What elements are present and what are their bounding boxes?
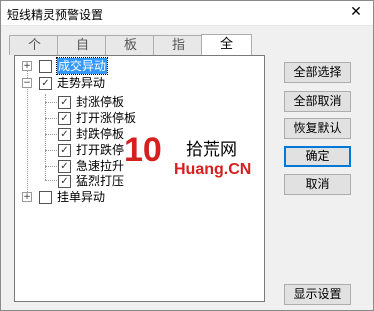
ok-button[interactable]: 确定 [284, 146, 351, 167]
tree-item-order-alert[interactable]: + 挂单异动 [15, 189, 255, 205]
tab-custom[interactable]: 自 [57, 35, 108, 55]
tree-item-label: 急速拉升 [76, 159, 125, 173]
tree-item-label: 成交异动 [55, 57, 109, 75]
plus-icon[interactable]: + [22, 192, 32, 202]
tree-item-label: 走势异动 [57, 76, 106, 90]
display-settings-button[interactable]: 显示设置 [284, 284, 351, 305]
tree-item-trend-alert[interactable]: − ✓ 走势异动 [15, 75, 255, 91]
checkbox-heavy-press[interactable]: ✓ [58, 175, 71, 188]
tab-index[interactable]: 指 [153, 35, 204, 55]
checkbox-limit-up-open[interactable]: ✓ [58, 112, 71, 125]
checkbox-trade-alert[interactable] [39, 60, 52, 73]
watermark-logo: 10 [124, 131, 162, 169]
tree-item-label: 打开跌停 [76, 143, 125, 157]
checkbox-order-alert[interactable] [39, 191, 52, 204]
title-bar: 短线精灵预警设置 ✕ [1, 1, 373, 26]
close-icon[interactable]: ✕ [349, 5, 363, 19]
tree-item-limit-up-seal[interactable]: ✓ 封涨停板 [15, 94, 255, 110]
tree-item-trade-alert[interactable]: + 成交异动 [15, 57, 255, 75]
checkbox-limit-down-seal[interactable]: ✓ [58, 128, 71, 141]
tree-item-label: 打开涨停板 [76, 111, 137, 125]
plus-icon[interactable]: + [22, 61, 32, 71]
checkbox-rapid-rise[interactable]: ✓ [58, 160, 71, 173]
watermark-domain: Huang.CN [174, 161, 252, 178]
tab-sector[interactable]: 板 [105, 35, 156, 55]
checkbox-trend-alert[interactable]: ✓ [39, 77, 52, 90]
tree-item-label: 封涨停板 [76, 95, 125, 109]
minus-icon[interactable]: − [22, 78, 32, 88]
tree-item-label: 挂单异动 [57, 190, 106, 204]
window-title: 短线精灵预警设置 [7, 8, 104, 22]
tree-item-label: 猛烈打压 [76, 174, 125, 188]
checkbox-limit-up-seal[interactable]: ✓ [58, 96, 71, 109]
watermark-site-name: 拾荒网 [186, 140, 237, 160]
checkbox-limit-down-open[interactable]: ✓ [58, 144, 71, 157]
tab-individual[interactable]: 个 [9, 35, 60, 55]
restore-default-button[interactable]: 恢复默认 [284, 118, 351, 139]
cancel-button[interactable]: 取消 [284, 174, 351, 195]
tab-all[interactable]: 全 [201, 34, 252, 56]
cancel-all-button[interactable]: 全部取消 [284, 91, 351, 112]
select-all-button[interactable]: 全部选择 [284, 62, 351, 83]
watermark: 10 拾荒网 Huang.CN [124, 131, 264, 191]
alert-settings-dialog: 短线精灵预警设置 ✕ 个 自 板 指 全 + 成交异动 − ✓ 走势异动 ✓ 封… [0, 0, 374, 311]
tree-item-label: 封跌停板 [76, 127, 125, 141]
tree-item-limit-up-open[interactable]: ✓ 打开涨停板 [15, 110, 255, 126]
